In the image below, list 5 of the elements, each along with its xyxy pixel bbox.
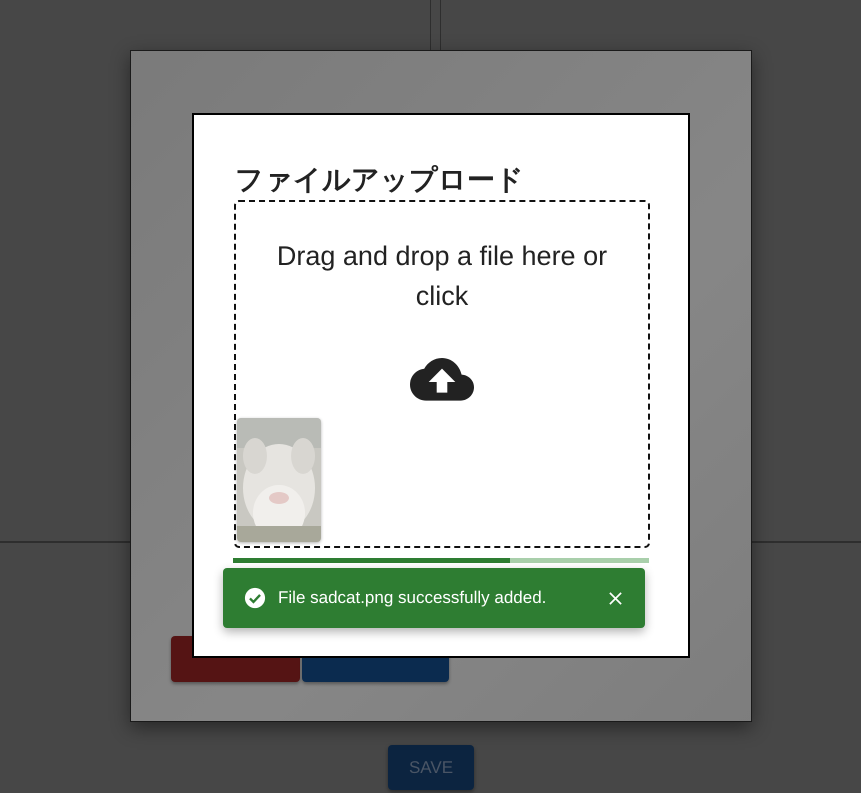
snackbar-message: File sadcat.png successfully added. bbox=[278, 588, 548, 608]
dropzone[interactable]: Drag and drop a file here or click bbox=[234, 200, 650, 548]
dialog-title: ファイルアップロード bbox=[235, 162, 524, 198]
check-circle-icon bbox=[244, 587, 266, 609]
cloud-upload-icon bbox=[410, 358, 474, 402]
